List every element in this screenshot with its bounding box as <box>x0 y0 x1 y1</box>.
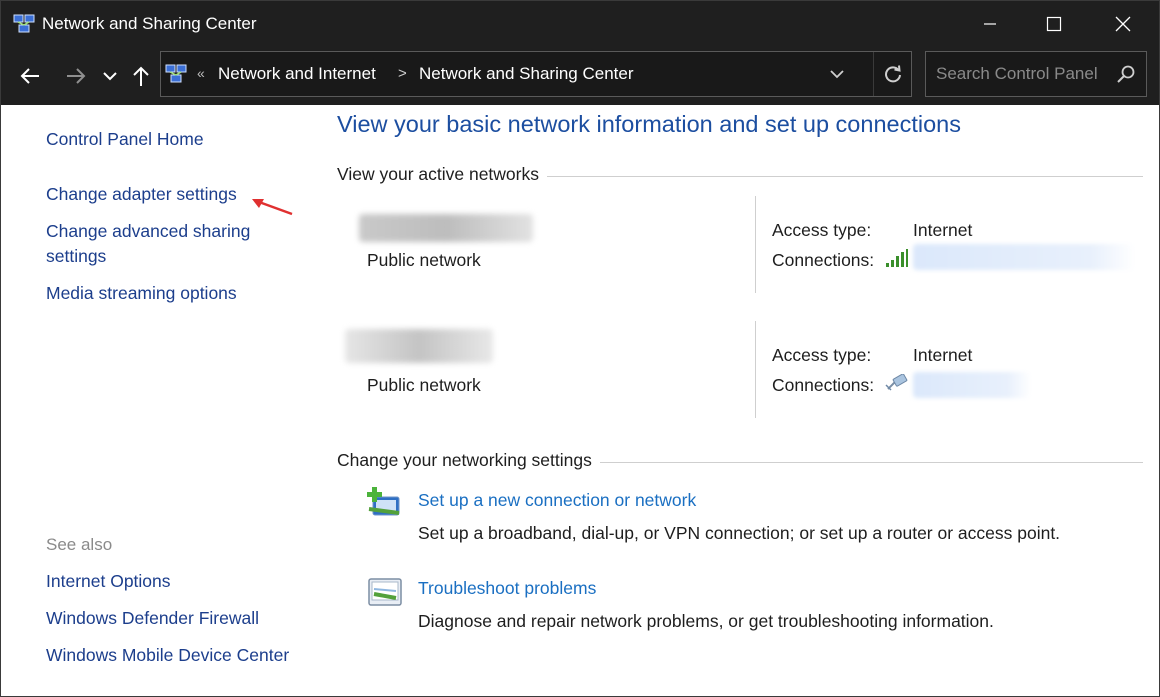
windows-defender-firewall-link[interactable]: Windows Defender Firewall <box>46 606 259 631</box>
refresh-button[interactable] <box>873 52 912 96</box>
breadcrumb-separator[interactable]: > <box>398 65 407 82</box>
networking-settings-header: Change your networking settings <box>337 450 600 471</box>
change-adapter-settings-link[interactable]: Change adapter settings <box>46 182 237 207</box>
see-also-heading: See also <box>46 535 113 554</box>
network-type-label[interactable]: Public network <box>367 250 481 271</box>
connections-label: Connections: <box>772 375 875 395</box>
network-type-label[interactable]: Public network <box>367 375 481 396</box>
annotation-arrow-icon <box>252 199 293 216</box>
minimize-icon <box>984 23 996 25</box>
access-type-label: Access type: <box>772 345 872 365</box>
active-networks-header: View your active networks <box>337 164 547 185</box>
page-title: View your basic network information and … <box>337 111 961 137</box>
chevron-down-icon <box>830 70 844 79</box>
network-name-redacted <box>345 329 493 363</box>
refresh-icon <box>885 65 901 83</box>
maximize-icon <box>1046 16 1062 32</box>
search-icon[interactable] <box>1116 64 1136 84</box>
connection-link-redacted[interactable] <box>913 372 1031 398</box>
network-divider <box>755 321 756 418</box>
setup-connection-description: Set up a broadband, dial-up, or VPN conn… <box>418 523 1061 543</box>
forward-arrow-icon <box>67 68 86 84</box>
address-dropdown-button[interactable] <box>829 64 845 89</box>
access-type-value: Internet <box>913 345 973 365</box>
up-button[interactable] <box>127 61 155 91</box>
minimize-button[interactable] <box>958 1 1022 47</box>
control-panel-home-link[interactable]: Control Panel Home <box>46 127 204 152</box>
back-arrow-icon <box>20 68 39 84</box>
close-button[interactable] <box>1091 1 1155 47</box>
change-advanced-sharing-link-line2[interactable]: settings <box>46 244 106 269</box>
ethernet-icon <box>885 374 908 391</box>
internet-options-link[interactable]: Internet Options <box>46 569 171 594</box>
network-name-redacted <box>359 214 533 242</box>
windows-mobile-device-center-link[interactable]: Windows Mobile Device Center <box>46 643 289 668</box>
network-center-icon <box>165 64 187 83</box>
troubleshoot-icon <box>368 578 402 606</box>
search-placeholder: Search Control Panel <box>936 64 1098 83</box>
active-network-1: Public network Access type: Internet Con… <box>337 196 1143 296</box>
navigation-bar: « Network and Internet > Network and Sha… <box>1 47 1159 105</box>
change-advanced-sharing-link[interactable]: Change advanced sharing <box>46 219 250 244</box>
title-bar: Network and Sharing Center <box>1 1 1159 47</box>
network-divider <box>755 196 756 293</box>
close-icon <box>1115 16 1131 32</box>
network-center-icon <box>13 14 35 33</box>
network-sharing-center-window: Network and Sharing Center « Network and… <box>0 0 1160 697</box>
access-type-value: Internet <box>913 220 973 240</box>
wifi-signal-icon <box>886 249 908 267</box>
window-title: Network and Sharing Center <box>42 14 257 33</box>
recent-locations-button[interactable] <box>96 61 124 91</box>
breadcrumb-network-and-internet[interactable]: Network and Internet <box>218 64 376 84</box>
back-button[interactable] <box>16 61 44 91</box>
media-streaming-options-link[interactable]: Media streaming options <box>46 281 237 306</box>
breadcrumb-network-sharing-center[interactable]: Network and Sharing Center <box>419 64 634 84</box>
connections-label: Connections: <box>772 250 875 270</box>
connection-link-redacted[interactable] <box>913 244 1135 270</box>
address-bar[interactable]: « Network and Internet > Network and Sha… <box>160 51 912 97</box>
maximize-button[interactable] <box>1022 1 1086 47</box>
troubleshoot-problems-description: Diagnose and repair network problems, or… <box>418 611 994 631</box>
access-type-label: Access type: <box>772 220 872 240</box>
chevron-down-icon <box>103 72 117 81</box>
left-pane: Control Panel Home Change adapter settin… <box>1 105 311 696</box>
forward-button[interactable] <box>62 61 90 91</box>
up-arrow-icon <box>133 66 149 86</box>
new-connection-icon <box>367 487 400 516</box>
search-box[interactable]: Search Control Panel <box>925 51 1147 97</box>
active-network-2: Public network Access type: Internet Con… <box>337 321 1143 421</box>
breadcrumb-overflow[interactable]: « <box>197 65 205 81</box>
troubleshoot-problems-link[interactable]: Troubleshoot problems <box>418 578 596 599</box>
setup-connection-link[interactable]: Set up a new connection or network <box>418 490 696 511</box>
